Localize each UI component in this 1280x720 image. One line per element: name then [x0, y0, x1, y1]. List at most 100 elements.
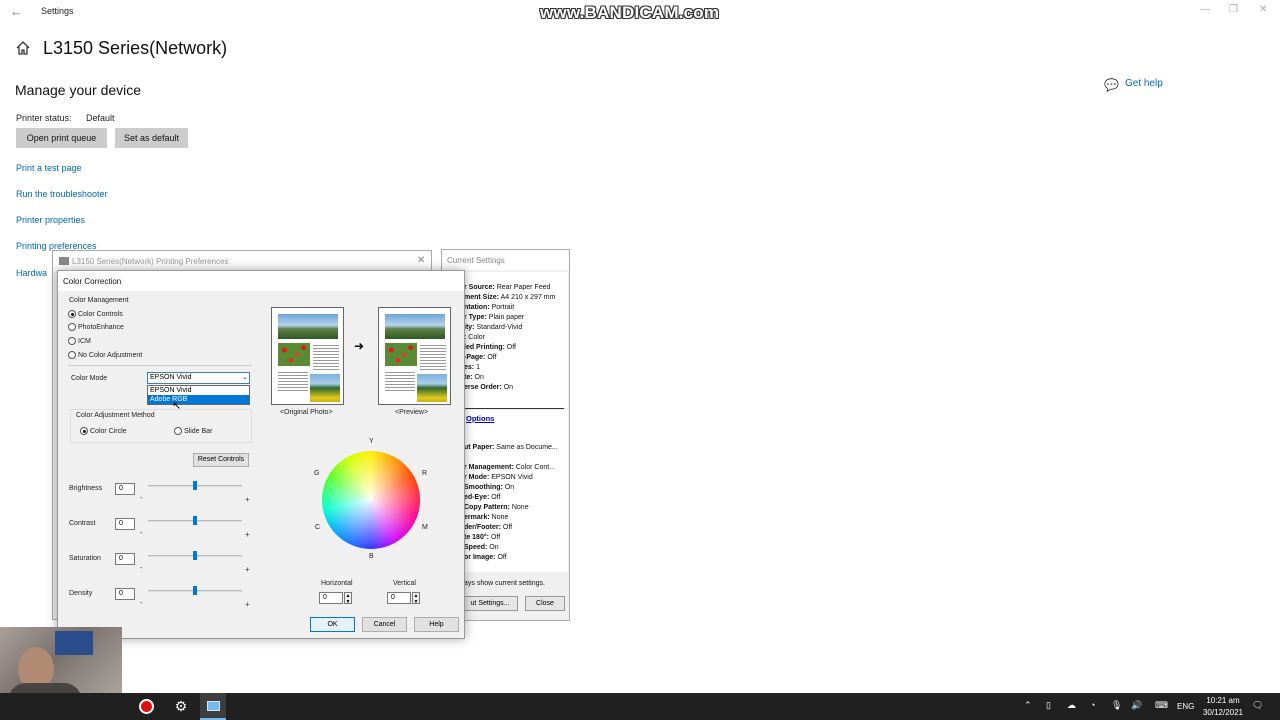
volume-icon[interactable]: 🔊	[1131, 700, 1142, 711]
battery-icon[interactable]: ▯	[1046, 700, 1051, 711]
density-label: Density	[69, 590, 93, 597]
wifi-icon[interactable]: ◔	[1090, 700, 1095, 710]
horizontal-input[interactable]: 0	[319, 592, 343, 604]
wheel-label-y: Y	[369, 438, 374, 445]
wheel-label-b: B	[369, 553, 374, 560]
printer-status-label: Printer status:	[16, 113, 72, 123]
brightness-input[interactable]: 0	[115, 483, 135, 495]
chevron-up-icon[interactable]: ⌃	[1024, 700, 1032, 711]
cs-line: ity: Standard-Vivid	[464, 324, 523, 331]
minus-icon: -	[140, 598, 143, 607]
crosshair-icon[interactable]: +	[367, 494, 372, 504]
minus-icon: -	[140, 493, 143, 502]
chevron-down-icon[interactable]: ⌄	[242, 373, 248, 381]
close-icon[interactable]: ✕	[1259, 4, 1267, 15]
hardware-link[interactable]: Hardwa	[16, 268, 47, 278]
get-help-link[interactable]: Get help	[1125, 78, 1163, 89]
cs-line: r Type: Plain paper	[464, 314, 525, 321]
color-mode-label: Color Mode	[71, 375, 108, 382]
help-button[interactable]: Help	[414, 617, 459, 632]
taskbar: ⚙ ⌃ ▯ ☁ ◔ 🎙 🔊 ⌨ ENG 🗨	[0, 693, 1280, 720]
color-mode-option-epson-vivid[interactable]: EPSON Vivid	[148, 386, 249, 395]
printer-status-value: Default	[86, 113, 115, 123]
cs-line: der/Footer: Off	[464, 524, 513, 531]
webcam-background-poster	[55, 631, 93, 655]
saturation-input[interactable]: 0	[115, 553, 135, 565]
cancel-button[interactable]: Cancel	[362, 617, 407, 632]
clock-date[interactable]: 30/12/2021	[1202, 708, 1244, 717]
vertical-input[interactable]: 0	[387, 592, 411, 604]
icm-label[interactable]: ICM	[78, 338, 91, 345]
current-settings-title: Current Settings	[442, 250, 569, 270]
icm-radio[interactable]	[68, 337, 76, 345]
record-icon[interactable]	[139, 699, 154, 714]
no-color-adjustment-label[interactable]: No Color Adjustment	[78, 352, 142, 359]
device-title: L3150 Series(Network)	[43, 38, 228, 58]
color-mode-select[interactable]: EPSON Vivid	[147, 372, 250, 384]
slide-bar-label[interactable]: Slide Bar	[184, 428, 212, 435]
options-link[interactable]: Options	[466, 414, 494, 423]
cs-line: led Printing: Off	[464, 344, 517, 351]
minimize-icon[interactable]: —	[1200, 4, 1210, 15]
photoenhance-radio[interactable]	[68, 323, 76, 331]
about-settings-button[interactable]: ut Settings...	[462, 596, 518, 611]
clock-time[interactable]: 10:21 am	[1202, 696, 1244, 705]
density-input[interactable]: 0	[115, 588, 135, 600]
slide-bar-radio[interactable]	[174, 427, 182, 435]
cs-line: ermark: None	[464, 514, 509, 521]
arrow-right-icon: ➜	[354, 339, 365, 353]
vertical-spinner[interactable]: ▲ ▼	[412, 592, 420, 605]
printer-properties-link[interactable]: Printer properties	[16, 215, 85, 225]
cloud-icon[interactable]: ☁	[1067, 700, 1076, 711]
home-icon[interactable]	[15, 40, 31, 56]
saturation-slider-thumb[interactable]	[193, 551, 197, 560]
current-settings-options-list: Options ut Paper: Same as Docume... r Ma…	[462, 410, 568, 572]
prefs-title: L3150 Series(Network) Printing Preferenc…	[72, 257, 229, 266]
gear-icon[interactable]: ⚙	[168, 693, 194, 720]
contrast-slider-thumb[interactable]	[193, 516, 197, 525]
prefs-close-icon[interactable]: ✕	[417, 255, 425, 266]
color-mode-option-adobe-rgb[interactable]: Adobe RGB	[148, 395, 249, 404]
minus-icon: -	[140, 563, 143, 572]
no-color-adjustment-radio[interactable]	[68, 351, 76, 359]
color-controls-radio[interactable]	[68, 310, 76, 318]
ok-button[interactable]: OK	[310, 617, 355, 632]
wheel-label-g: G	[314, 470, 320, 477]
cs-line: te: On	[464, 374, 484, 381]
language-indicator[interactable]: ENG	[1177, 702, 1194, 711]
plus-icon: +	[245, 600, 250, 609]
vertical-label: Vertical	[393, 580, 416, 587]
contrast-input[interactable]: 0	[115, 518, 135, 530]
back-arrow-icon[interactable]: ←	[10, 4, 23, 19]
cs-line: ut Paper: Same as Docume...	[464, 444, 558, 451]
reset-controls-button[interactable]: Reset Controls	[193, 453, 249, 467]
set-as-default-button[interactable]: Set as default	[115, 128, 188, 148]
microphone-icon[interactable]: 🎙	[1111, 700, 1122, 711]
print-test-page-link[interactable]: Print a test page	[16, 163, 82, 173]
color-circle-radio[interactable]	[80, 427, 88, 435]
color-controls-label[interactable]: Color Controls	[78, 311, 123, 318]
cs-line: : Color	[464, 334, 486, 341]
maximize-icon[interactable]: ❐	[1229, 4, 1238, 15]
brightness-slider-thumb[interactable]	[193, 481, 197, 490]
cs-line: te 180°: Off	[464, 534, 501, 541]
cs-line: Speed: On	[464, 544, 499, 551]
color-circle-label[interactable]: Color Circle	[90, 428, 127, 435]
wheel-label-c: C	[315, 524, 321, 531]
wheel-label-m: M	[422, 524, 428, 531]
color-mode-dropdown-list: EPSON Vivid Adobe RGB	[147, 385, 250, 405]
density-slider-thumb[interactable]	[193, 586, 197, 595]
cs-line: r Management: Color Cont...	[464, 464, 556, 471]
run-troubleshooter-link[interactable]: Run the troubleshooter	[16, 189, 108, 199]
notification-icon[interactable]: 🗨	[1252, 700, 1263, 711]
cs-line: erse Order: On	[464, 384, 514, 391]
open-print-queue-button[interactable]: Open print queue	[16, 128, 107, 148]
get-help-icon[interactable]: 💬	[1104, 78, 1119, 92]
cs-line: r Mode: EPSON Vivid	[464, 474, 533, 481]
current-settings-close-button[interactable]: Close	[525, 596, 565, 611]
photoenhance-label[interactable]: PhotoEnhance	[78, 324, 124, 331]
horizontal-spinner[interactable]: ▲ ▼	[344, 592, 352, 605]
manage-heading: Manage your device	[15, 82, 142, 98]
keyboard-icon[interactable]: ⌨	[1155, 700, 1168, 711]
settings-taskbar-app[interactable]	[200, 693, 226, 720]
